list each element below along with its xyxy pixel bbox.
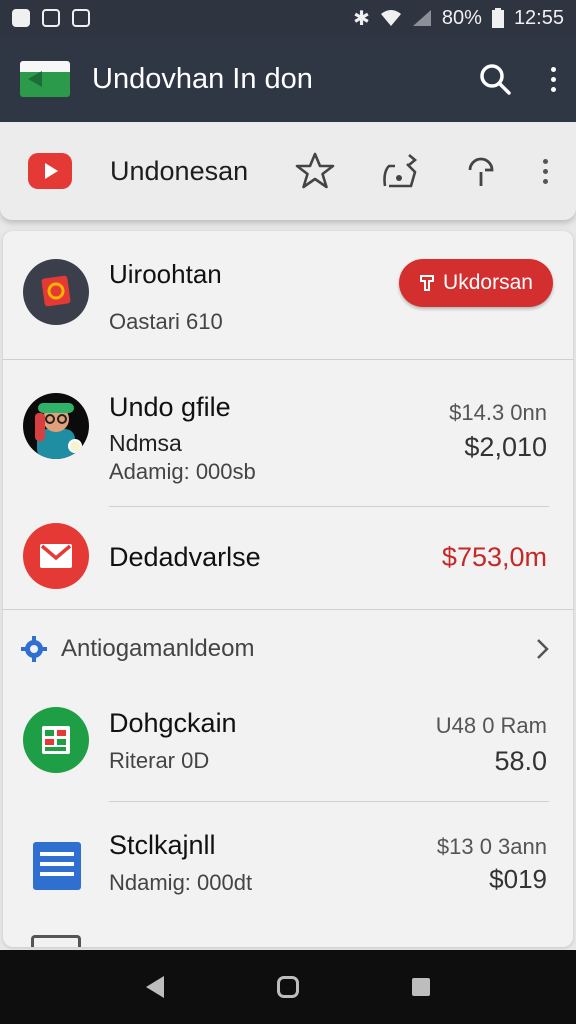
document-icon xyxy=(31,935,81,947)
back-icon[interactable] xyxy=(146,976,165,998)
bluetooth-icon: ✱ xyxy=(353,7,370,30)
more-vert-icon[interactable] xyxy=(551,66,556,92)
list-item[interactable]: Stclkajnll Ndamig: 000dt $13 0 3ann $019 xyxy=(3,802,573,932)
clock: 12:55 xyxy=(513,6,564,29)
item-amount: $753,0m xyxy=(441,542,547,572)
more-vert-icon[interactable] xyxy=(543,158,548,184)
notification-icon xyxy=(12,9,30,27)
app-icon xyxy=(23,259,89,325)
item-subtitle: Ndamig: 000dt xyxy=(109,870,253,895)
sub-toolbar: Undonesan xyxy=(0,122,576,220)
app-title: Undovhan In don xyxy=(92,62,313,95)
item-amount-primary: U48 0 Ram xyxy=(435,713,547,738)
item-subtitle: Oastari 610 xyxy=(109,309,223,334)
recents-icon[interactable] xyxy=(411,978,430,996)
list-item[interactable]: Dohgckain Riterar 0D U48 0 Ram 58.0 xyxy=(3,671,573,801)
flag-icon[interactable] xyxy=(20,61,70,97)
item-subtitle: Riterar 0D xyxy=(109,748,210,773)
item-title: Dedadvarlse xyxy=(109,542,261,572)
list-item[interactable]: Undo gfile Ndmsa Adamig: 000sb $14.3 0nn… xyxy=(3,360,573,506)
sync-icon[interactable] xyxy=(465,154,497,188)
section-header[interactable]: Antiogamanldeom xyxy=(3,631,573,667)
notification-icon xyxy=(42,9,60,27)
spreadsheet-icon xyxy=(23,707,89,773)
item-amount-secondary: $019 xyxy=(489,864,547,894)
ticket-icon xyxy=(420,275,435,291)
item-amount-secondary: 58.0 xyxy=(494,746,547,776)
battery-percentage: 80% xyxy=(441,6,482,29)
star-icon[interactable] xyxy=(295,152,335,190)
battery-icon xyxy=(491,8,504,28)
youtube-icon xyxy=(28,153,72,189)
item-title: Uiroohtan xyxy=(109,259,222,289)
notification-icon xyxy=(72,9,90,27)
avatar xyxy=(23,393,89,459)
app-bar: Undovhan In don xyxy=(0,36,576,122)
toolbar-title: Undonesan xyxy=(110,155,249,186)
mail-icon xyxy=(23,523,89,589)
item-amount-primary: $14.3 0nn xyxy=(449,400,547,425)
section-title: Antiogamanldeom xyxy=(61,635,255,662)
item-amount-primary: $13 0 3ann xyxy=(436,834,547,859)
item-amount-secondary: $2,010 xyxy=(464,432,547,462)
document-icon xyxy=(23,832,89,898)
item-title: Undo gfile xyxy=(109,392,231,422)
item-line2: Ndmsa xyxy=(109,430,182,456)
header-list-item[interactable]: Uiroohtan Oastari 610 Ukdorsan xyxy=(3,231,573,359)
wifi-icon xyxy=(380,10,401,26)
item-title: Stclkajnll xyxy=(109,830,216,860)
chevron-right-icon[interactable] xyxy=(535,638,549,660)
list-item[interactable]: Dedadvarlse $753,0m xyxy=(3,507,573,609)
action-button[interactable]: Ukdorsan xyxy=(399,259,553,307)
status-bar: ✱ 80% 12:55 xyxy=(0,0,576,36)
system-nav-bar xyxy=(0,950,576,1024)
item-title: Dohgckain xyxy=(109,708,237,738)
signal-icon xyxy=(412,10,431,26)
item-line3: Adamig: 000sb xyxy=(109,459,256,484)
content-card: Uiroohtan Oastari 610 Ukdorsan Undo gfil… xyxy=(3,231,573,947)
divider xyxy=(3,609,573,610)
search-icon[interactable] xyxy=(479,63,511,95)
action-button-label: Ukdorsan xyxy=(443,271,533,294)
settings-icon xyxy=(21,636,47,662)
share-icon[interactable] xyxy=(381,152,419,190)
home-icon[interactable] xyxy=(276,976,299,998)
